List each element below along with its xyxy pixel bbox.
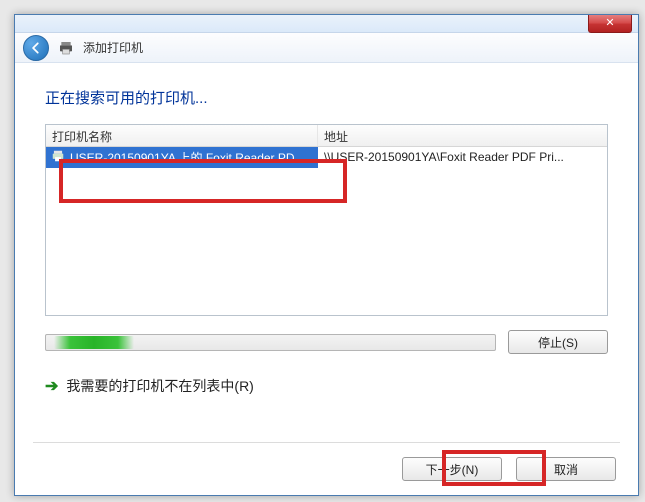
add-printer-window: ✕ 添加打印机 正在搜索可用的打印机... 打印机名称 地址 xyxy=(14,14,639,496)
close-button[interactable]: ✕ xyxy=(588,15,632,33)
not-listed-text: 我需要的打印机不在列表中(R) xyxy=(66,376,253,396)
printer-list[interactable]: 打印机名称 地址 USER-20150901YA 上的 Foxit Reader… xyxy=(45,124,608,316)
page-title: 正在搜索可用的打印机... xyxy=(45,87,608,108)
arrow-left-icon xyxy=(29,41,43,55)
not-listed-link[interactable]: ➔ 我需要的打印机不在列表中(R) xyxy=(45,376,608,396)
titlebar: ✕ xyxy=(15,15,638,33)
table-row[interactable]: USER-20150901YA 上的 Foxit Reader PD... \\… xyxy=(46,147,607,167)
progress-chunk xyxy=(54,336,134,349)
column-header-name[interactable]: 打印机名称 xyxy=(46,125,318,146)
column-header-address[interactable]: 地址 xyxy=(318,125,607,146)
printer-name-text: USER-20150901YA 上的 Foxit Reader PD... xyxy=(70,149,305,166)
next-button[interactable]: 下一步(N) xyxy=(402,457,502,481)
cell-printer-name: USER-20150901YA 上的 Foxit Reader PD... xyxy=(46,147,318,168)
list-header: 打印机名称 地址 xyxy=(46,125,607,147)
content-area: 正在搜索可用的打印机... 打印机名称 地址 USER-20150901YA 上… xyxy=(15,63,638,410)
close-icon: ✕ xyxy=(605,17,614,29)
breadcrumb: 添加打印机 xyxy=(15,33,638,63)
cell-printer-address: \\USER-20150901YA\Foxit Reader PDF Pri..… xyxy=(318,148,607,166)
footer-buttons: 下一步(N) 取消 xyxy=(402,457,616,481)
printer-icon xyxy=(50,149,66,166)
back-button[interactable] xyxy=(23,35,49,61)
breadcrumb-title: 添加打印机 xyxy=(83,39,143,56)
progress-row: 停止(S) xyxy=(45,330,608,354)
divider xyxy=(33,442,620,443)
search-progress xyxy=(45,334,496,351)
printer-icon xyxy=(57,40,75,56)
stop-button[interactable]: 停止(S) xyxy=(508,330,608,354)
arrow-right-icon: ➔ xyxy=(45,376,58,396)
cancel-button[interactable]: 取消 xyxy=(516,457,616,481)
